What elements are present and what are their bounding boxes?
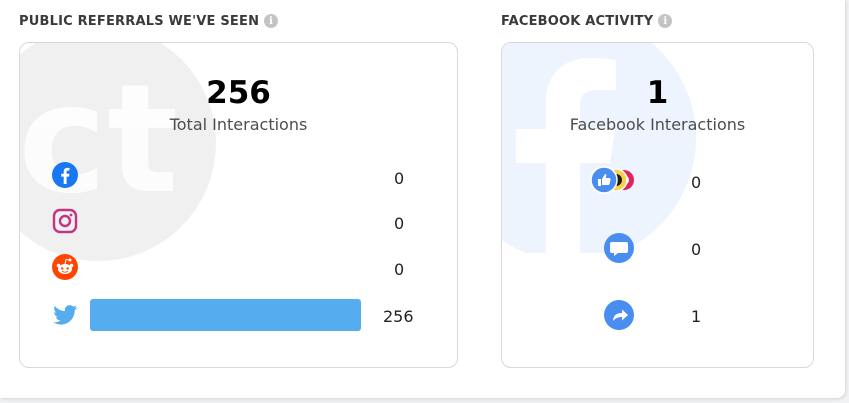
facebook-interactions-value: 1	[646, 75, 669, 111]
comments-count: 0	[691, 240, 702, 259]
facebook-activity-card: 1 Facebook Interactions 0 0 1	[501, 42, 814, 368]
info-icon[interactable]: i	[264, 14, 279, 28]
shares-count: 1	[691, 307, 702, 326]
total-interactions-value: 256	[206, 75, 271, 111]
dashboard-panel: PUBLIC REFERRALS WE'VE SEEN i ct 256 Tot…	[0, 0, 845, 398]
total-interactions-label: Total Interactions	[169, 115, 308, 134]
referrals-section-header: PUBLIC REFERRALS WE'VE SEEN i	[19, 12, 279, 30]
share-icon	[604, 300, 634, 330]
facebook-icon	[52, 162, 78, 188]
twitter-referral-count: 256	[383, 307, 414, 326]
reactions-icon	[590, 166, 634, 194]
facebook-section-title: FACEBOOK ACTIVITY	[501, 13, 654, 29]
facebook-section-header: FACEBOOK ACTIVITY i	[501, 12, 673, 30]
reddit-referral-count: 0	[394, 260, 405, 279]
facebook-referral-count: 0	[394, 169, 405, 188]
referrals-card: ct 256 Total Interactions 0 0 0 256	[19, 42, 458, 368]
reddit-icon	[52, 254, 78, 280]
instagram-icon	[52, 208, 78, 234]
facebook-interactions-label: Facebook Interactions	[569, 115, 746, 134]
reactions-count: 0	[691, 173, 702, 192]
twitter-icon	[53, 305, 78, 325]
comment-icon	[604, 233, 634, 263]
twitter-referral-bar	[90, 299, 361, 331]
info-icon[interactable]: i	[658, 14, 673, 28]
instagram-referral-count: 0	[394, 214, 405, 233]
referrals-section-title: PUBLIC REFERRALS WE'VE SEEN	[19, 13, 260, 29]
